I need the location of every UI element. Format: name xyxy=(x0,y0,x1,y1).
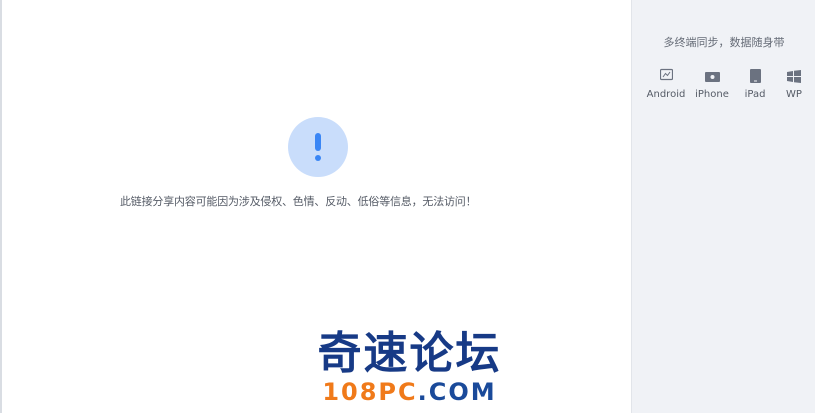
platform-label: WP xyxy=(786,89,802,100)
exclamation-bar xyxy=(315,133,321,151)
watermark-logo: 奇速论坛 108PC.COM xyxy=(302,330,517,410)
platform-label: Android xyxy=(646,89,686,100)
watermark-sub-domain: .COM xyxy=(417,378,497,406)
alert-icon xyxy=(288,117,348,177)
platform-android[interactable]: Android xyxy=(644,68,688,100)
ipad-icon xyxy=(749,68,761,83)
platform-label: iPhone xyxy=(695,89,729,100)
sidebar-title: 多终端同步，数据随身带 xyxy=(663,36,785,49)
platform-ipad[interactable]: iPad xyxy=(733,68,777,100)
platform-iphone[interactable]: iPhone xyxy=(690,68,734,100)
watermark-title: 奇速论坛 xyxy=(317,328,502,379)
sidebar: 多终端同步，数据随身带 Android iPhone iPad WP xyxy=(631,0,815,413)
platform-label: iPad xyxy=(744,89,766,100)
platform-list: Android iPhone iPad WP xyxy=(644,68,815,108)
watermark-sub-number: 108PC xyxy=(322,378,418,406)
exclamation-dot xyxy=(315,155,321,161)
platform-wp[interactable]: WP xyxy=(772,68,815,100)
main-content: 此链接分享内容可能因为涉及侵权、色情、反动、低俗等信息，无法访问！ 奇速论坛 1… xyxy=(2,0,631,413)
android-icon xyxy=(659,68,673,82)
windows-phone-icon xyxy=(787,68,801,83)
watermark-subtitle: 108PC.COM xyxy=(302,378,517,406)
access-denied-notice: 此链接分享内容可能因为涉及侵权、色情、反动、低俗等信息，无法访问！ xyxy=(120,195,477,208)
iphone-icon xyxy=(704,68,720,82)
